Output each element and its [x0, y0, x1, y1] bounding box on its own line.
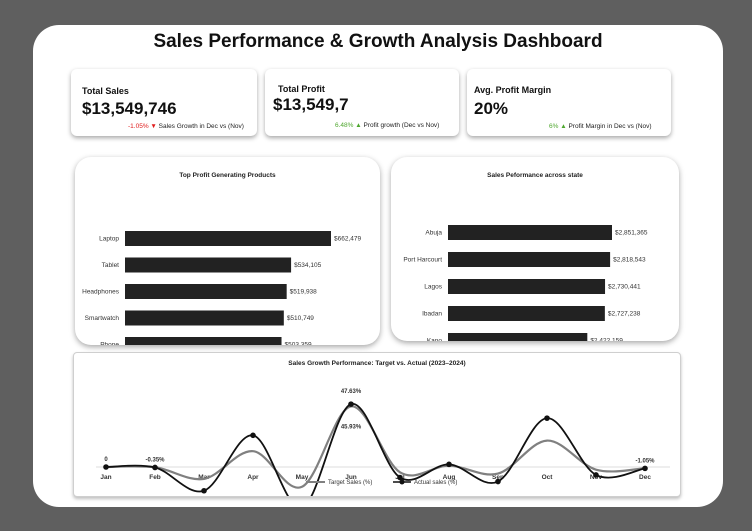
bar-value-label: $2,422,159 [590, 338, 623, 342]
bar-value-label: $2,818,543 [613, 257, 646, 264]
kpi-card-total-profit: Total Profit $13,549,7 6.48% ▲ Profit gr… [265, 69, 459, 136]
bar [448, 279, 606, 294]
kpi-note: Profit Margin in Dec vs (Nov) [568, 123, 652, 130]
bar-category-label: Port Harcourt [403, 257, 442, 264]
bar-value-label: $503,359 [285, 342, 312, 346]
bar [125, 284, 287, 299]
actual-point [544, 415, 550, 421]
x-tick-label: May [296, 474, 309, 481]
legend-actual-label: Actual sales (%) [414, 480, 457, 486]
kpi-card-profit-margin: Avg. Profit Margin 20% 6% ▲ Profit Margi… [467, 69, 671, 136]
x-tick-label: Oct [542, 474, 554, 481]
bar [448, 333, 588, 341]
line-data-label: 47.63% [341, 389, 362, 395]
x-tick-label: Feb [149, 474, 161, 481]
bar [125, 231, 331, 246]
dashboard-board: Sales Performance & Growth Analysis Dash… [33, 25, 723, 507]
bar-category-label: Tablet [102, 262, 120, 269]
bar [448, 225, 612, 240]
arrow-down-icon: ▼ [150, 123, 157, 130]
kpi-change: 6.48% [335, 122, 354, 129]
products-panel: Top Profit Generating Products Laptop $66… [75, 157, 380, 345]
line-data-label: 0 [104, 457, 108, 463]
products-bar-chart: Laptop $662,479 Tablet $534,105 Headphones $5… [82, 231, 361, 346]
bar-value-label: $2,727,238 [608, 311, 641, 318]
bar-category-label: Phone [100, 342, 119, 346]
actual-point [642, 465, 648, 472]
legend-target-label: Target Sales (%) [328, 480, 372, 486]
dashboard-title: Sales Performance & Growth Analysis Dash… [153, 31, 603, 52]
kpi-change-row: 6% ▲ Profit Margin in Dec vs (Nov) [549, 123, 652, 130]
kpi-change-row: -1.05% ▼ Sales Growth in Dec vs (Nov) [128, 123, 244, 130]
kpi-value: $13,549,746 [82, 99, 177, 118]
x-tick-label: Jan [100, 474, 111, 481]
series-line-target [105, 405, 646, 489]
series-line-actual [105, 403, 646, 496]
bar-value-label: $519,938 [290, 289, 317, 296]
bar [125, 337, 282, 345]
bar-category-label: Headphones [82, 289, 120, 296]
actual-point [495, 478, 501, 485]
bar-value-label: $534,105 [294, 262, 321, 269]
bar-category-label: Lagos [424, 284, 442, 291]
growth-panel: Sales Growth Performance: Target vs. Act… [73, 352, 681, 497]
bar [448, 252, 611, 267]
bar-value-label: $2,730,441 [608, 284, 641, 291]
bar [448, 306, 605, 321]
actual-point [348, 401, 354, 407]
kpi-label: Total Profit [278, 84, 325, 94]
bar-value-label: $2,851,365 [615, 230, 648, 237]
kpi-value: $13,549,7 [273, 95, 349, 114]
kpi-change-row: 6.48% ▲ Profit growth (Dec vs Nov) [335, 122, 439, 129]
actual-point [446, 461, 452, 468]
actual-point [201, 487, 207, 494]
actual-point [152, 464, 158, 471]
states-bar-chart: Abuja $2,851,365 Port Harcourt $2,818,543 La… [403, 225, 648, 342]
arrow-up-icon: ▲ [355, 122, 362, 129]
kpi-change: -1.05% [128, 123, 149, 130]
bar-category-label: Smartwatch [85, 315, 120, 322]
line-data-label: 45.93% [341, 424, 362, 430]
kpi-label: Avg. Profit Margin [474, 85, 552, 95]
line-data-label: -0.35% [145, 457, 165, 463]
legend-actual-marker [399, 479, 405, 485]
x-tick-label: Dec [639, 474, 651, 481]
bar-value-label: $510,749 [287, 315, 314, 322]
kpi-note: Profit growth (Dec vs Nov) [363, 122, 440, 129]
bar-category-label: Laptop [99, 236, 119, 243]
actual-point [593, 472, 599, 478]
actual-point [250, 432, 256, 439]
x-tick-label: Apr [247, 474, 259, 481]
bar [125, 257, 292, 273]
bar-value-label: $662,479 [334, 236, 361, 243]
kpi-label: Total Sales [82, 86, 129, 96]
bar-category-label: Kano [427, 338, 443, 342]
bar-category-label: Abuja [425, 230, 442, 237]
bar-category-label: Ibadan [422, 311, 442, 318]
arrow-up-icon: ▲ [560, 123, 567, 130]
states-panel: Sales Peformance across state Abuja $2,85… [391, 157, 679, 341]
kpi-note: Sales Growth in Dec vs (Nov) [158, 123, 244, 130]
kpi-value: 20% [474, 99, 509, 118]
bar [125, 310, 284, 326]
kpi-change: 6% [549, 123, 559, 130]
kpi-card-total-sales: Total Sales $13,549,746 -1.05% ▼ Sales G… [71, 69, 257, 136]
actual-point [103, 464, 109, 470]
line-data-label: -1.05% [635, 458, 655, 464]
growth-line-chart: JanFebMarAprMayJunJulAugSepOctNovDec0-0.… [96, 389, 670, 496]
